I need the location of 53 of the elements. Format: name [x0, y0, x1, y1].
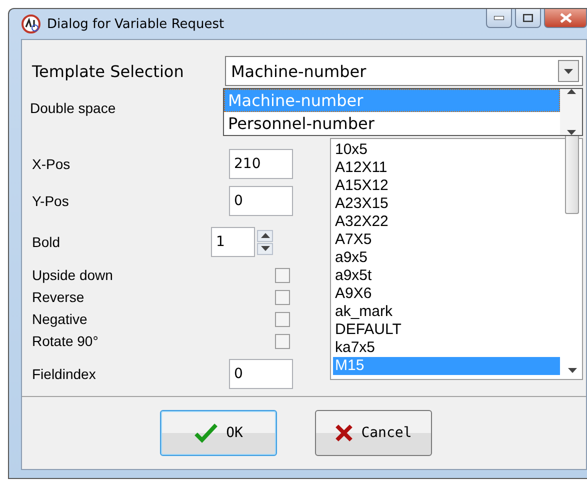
- field-label: Reverse: [32, 289, 84, 305]
- scroll-down-icon: [568, 368, 576, 373]
- checkmark-icon: [194, 423, 218, 443]
- font-list-item[interactable]: A12X11: [333, 159, 560, 177]
- checkbox[interactable]: [275, 334, 290, 348]
- font-list-item[interactable]: A7X5: [333, 231, 560, 249]
- scroll-up-icon: [566, 89, 576, 94]
- spin-up-button[interactable]: [257, 230, 273, 242]
- field-label: Bold: [32, 234, 60, 250]
- maximize-button[interactable]: [515, 9, 541, 28]
- scroll-down-icon: [566, 130, 576, 135]
- spin-field[interactable]: 1: [211, 227, 255, 257]
- maximize-icon: [523, 14, 533, 22]
- font-list-item[interactable]: DEFAULT: [333, 321, 560, 339]
- spin-down-button[interactable]: [257, 242, 273, 254]
- double-space-label: Double space: [30, 100, 116, 116]
- checkbox[interactable]: [275, 268, 290, 282]
- minimize-button[interactable]: [486, 9, 512, 28]
- field-label: Upside down: [32, 267, 113, 283]
- up-arrow-icon: [260, 233, 270, 238]
- field-label: Fieldindex: [32, 366, 96, 382]
- font-list-item[interactable]: ka7x5: [333, 339, 560, 357]
- font-list-item[interactable]: 10x5: [333, 141, 560, 159]
- ok-button[interactable]: OK: [160, 410, 277, 456]
- field-label: X-Pos: [32, 156, 70, 172]
- font-list-item[interactable]: A32X22: [333, 213, 560, 231]
- close-button[interactable]: [544, 9, 587, 28]
- cancel-button[interactable]: Cancel: [315, 410, 432, 456]
- font-list-item[interactable]: a9x5t: [333, 267, 560, 285]
- font-list-item[interactable]: A15X12: [333, 177, 560, 195]
- font-list-item[interactable]: a9x5: [333, 249, 560, 267]
- template-dropdown[interactable]: Machine-number: [225, 56, 583, 86]
- field-label: Rotate 90°: [32, 333, 98, 349]
- field-label: Negative: [32, 311, 88, 327]
- font-list-item[interactable]: ak_mark: [333, 303, 560, 321]
- minimize-icon: [494, 16, 504, 20]
- down-arrow-icon: [260, 246, 270, 251]
- caret-icon: [564, 68, 573, 74]
- text-field[interactable]: 210: [229, 149, 293, 179]
- text-field[interactable]: 0: [229, 186, 293, 216]
- font-list-item[interactable]: A9X6: [333, 285, 560, 303]
- template-selection-label: Template Selection: [32, 62, 185, 80]
- checkbox[interactable]: [275, 290, 290, 304]
- text-field[interactable]: 0: [229, 359, 293, 389]
- font-list-item[interactable]: A23X15: [333, 195, 560, 213]
- app-logo-icon: [21, 14, 41, 34]
- close-icon: [560, 13, 572, 23]
- window-title: Dialog for Variable Request: [47, 16, 224, 32]
- checkbox[interactable]: [275, 312, 290, 326]
- cross-icon: [335, 424, 354, 442]
- dropdown-button[interactable]: [558, 60, 579, 82]
- scrollbar[interactable]: [560, 89, 582, 135]
- field-label: Y-Pos: [32, 193, 69, 209]
